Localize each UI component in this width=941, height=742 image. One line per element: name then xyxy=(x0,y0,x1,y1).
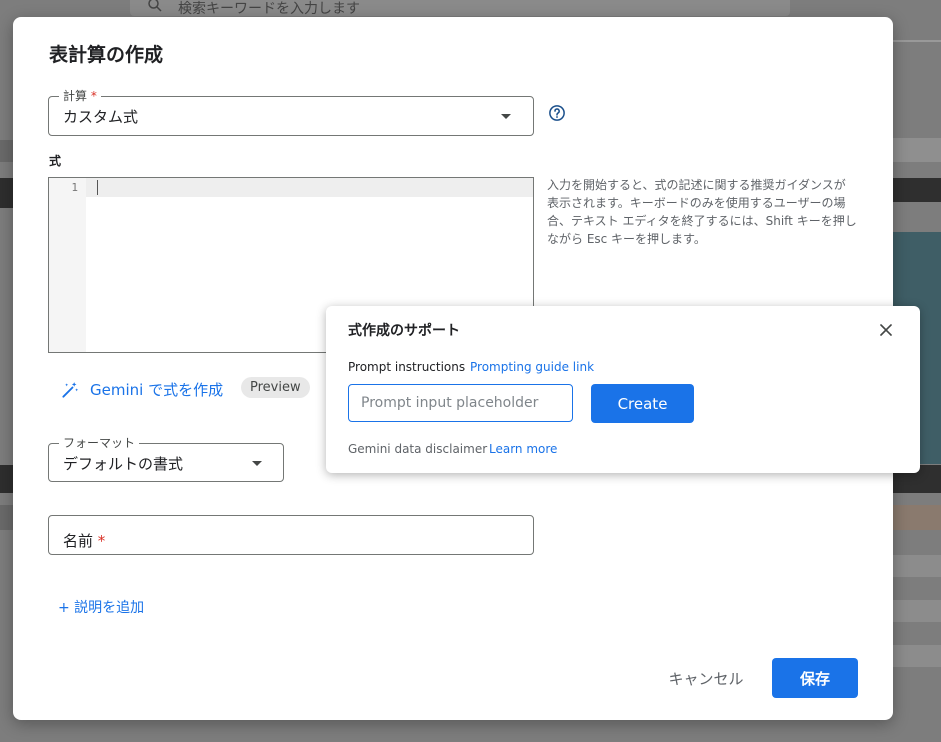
format-value: デフォルトの書式 xyxy=(63,455,184,473)
magic-wand-icon xyxy=(62,381,79,398)
create-button[interactable]: Create xyxy=(591,384,694,423)
text-cursor xyxy=(97,180,98,195)
background-panel xyxy=(893,645,941,667)
background-panel xyxy=(893,40,941,42)
chevron-down-icon xyxy=(252,461,262,466)
dialog-title: 表計算の作成 xyxy=(49,44,164,66)
calculation-value: カスタム式 xyxy=(63,108,139,126)
calculation-select[interactable]: 計算 * カスタム式 xyxy=(48,90,534,136)
popover-title: 式作成のサポート xyxy=(348,323,460,339)
search-icon xyxy=(148,0,162,12)
name-field[interactable]: 名前 * xyxy=(48,515,534,555)
help-icon[interactable] xyxy=(548,104,566,122)
background-panel xyxy=(893,600,941,622)
formula-label: 式 xyxy=(49,154,62,168)
line-number: 1 xyxy=(71,181,78,194)
background-panel xyxy=(0,178,13,208)
background-panel xyxy=(0,140,13,162)
name-placeholder: 名前 * xyxy=(63,532,106,550)
learn-more-link[interactable]: Learn more xyxy=(489,442,557,456)
close-icon[interactable] xyxy=(876,320,896,340)
line-gutter: 1 xyxy=(49,178,86,352)
background-panel xyxy=(893,178,941,202)
formula-help-text: 入力を開始すると、式の記述に関する推奨ガイダンスが表示されます。キーボードのみを… xyxy=(547,178,857,246)
format-label: フォーマット xyxy=(59,437,140,450)
prompt-input[interactable] xyxy=(348,384,573,422)
gemini-disclaimer: Gemini data disclaimer xyxy=(348,442,488,456)
cancel-button[interactable]: キャンセル xyxy=(654,658,758,698)
prompt-instructions-label: Prompt instructions xyxy=(348,360,466,374)
background-panel xyxy=(893,555,941,577)
formula-assist-popover: 式作成のサポート Prompt instructions Prompting g… xyxy=(326,306,920,473)
active-line-highlight xyxy=(86,178,533,197)
background-panel xyxy=(0,505,13,530)
background-panel xyxy=(893,505,941,530)
calculation-label: 計算 * xyxy=(59,90,101,103)
prompting-guide-link[interactable]: Prompting guide link xyxy=(470,360,594,374)
background-search-placeholder: 検索キーワードを入力します xyxy=(178,1,360,17)
background-panel xyxy=(893,138,941,162)
add-description-link[interactable]: + 説明を追加 xyxy=(58,597,144,617)
save-button[interactable]: 保存 xyxy=(772,658,858,698)
format-select[interactable]: フォーマット デフォルトの書式 xyxy=(48,437,284,482)
gemini-link-label: Gemini で式を作成 xyxy=(90,381,224,399)
background-panel xyxy=(0,465,13,493)
chevron-down-icon xyxy=(501,114,511,119)
gemini-create-formula-link[interactable]: Gemini で式を作成 xyxy=(60,379,223,400)
preview-badge: Preview xyxy=(241,377,310,398)
